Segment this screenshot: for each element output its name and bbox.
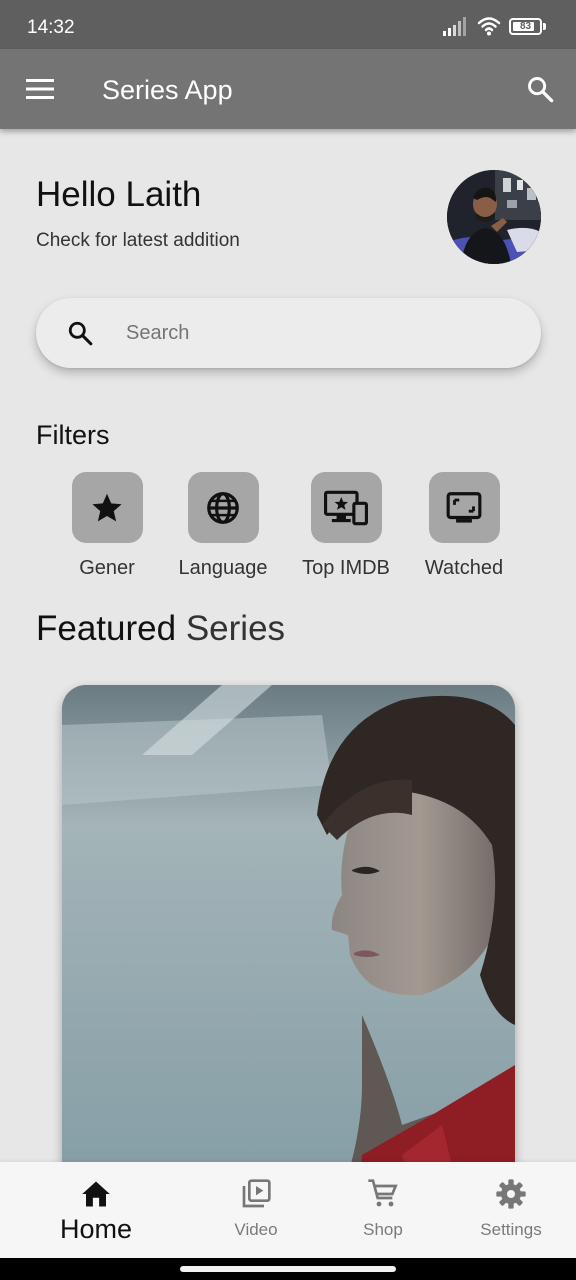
filter-label: Top IMDB [302, 557, 390, 579]
search-field-icon [66, 319, 94, 347]
status-icons: 83 [443, 16, 546, 36]
filter-label: Language [178, 557, 268, 579]
featured-title-bold: Featured [36, 609, 177, 648]
filter-tile[interactable] [187, 472, 259, 543]
filter-tile[interactable] [310, 472, 382, 543]
featured-title-light: Series [185, 609, 286, 648]
search-field[interactable] [36, 298, 541, 368]
nav-item-shop[interactable]: Shop [323, 1162, 443, 1258]
battery-icon: 83 [509, 17, 546, 35]
nav-item-settings[interactable]: Settings [451, 1162, 571, 1258]
filter-language[interactable]: Language [153, 472, 293, 580]
filter-label: Watched [424, 557, 504, 579]
status-bar: 14:32 83 [0, 0, 576, 49]
featured-series-poster [62, 685, 515, 1245]
status-time: 14:32 [27, 17, 75, 38]
filter-tile[interactable] [71, 472, 143, 543]
nav-item-video[interactable]: Video [196, 1162, 316, 1258]
battery-level: 83 [519, 20, 532, 32]
filter-tile[interactable] [428, 472, 500, 543]
search-icon [528, 77, 554, 103]
filter-watched[interactable]: Watched [394, 472, 534, 580]
nav-item-home[interactable]: Home [36, 1162, 156, 1258]
menu-button[interactable] [20, 71, 60, 107]
featured-title: Featured Series [36, 609, 285, 649]
tv-icon [446, 491, 482, 523]
avatar-photo [447, 170, 541, 264]
video-library-icon [242, 1179, 271, 1208]
wifi-icon [477, 17, 501, 36]
gesture-bar[interactable] [180, 1266, 396, 1272]
search-icon [68, 321, 93, 346]
app-title: Series App [102, 75, 233, 105]
bottom-nav: Home Video Shop Settings [0, 1162, 576, 1258]
featured-series-card[interactable] [62, 685, 515, 1245]
cart-icon [368, 1179, 398, 1207]
greeting-title: Hello Laith [36, 175, 202, 214]
signal-icon [443, 17, 466, 36]
search-input[interactable] [126, 321, 506, 345]
filter-label: Gener [79, 557, 135, 579]
home-icon [82, 1181, 110, 1207]
hamburger-menu-icon [26, 79, 54, 99]
greeting-subtitle: Check for latest addition [36, 230, 240, 251]
globe-icon [207, 491, 239, 524]
nav-label-settings: Settings [480, 1220, 542, 1239]
gesture-area [0, 1258, 576, 1280]
nav-label-home: Home [59, 1214, 133, 1244]
avatar[interactable] [447, 170, 541, 264]
devices-star-icon [324, 490, 368, 525]
nav-label-shop: Shop [363, 1220, 403, 1239]
app-bar: Series App [0, 49, 576, 129]
gear-icon [496, 1179, 526, 1209]
filters-title: Filters [36, 420, 110, 450]
star-icon [92, 493, 122, 521]
search-button[interactable] [520, 69, 560, 109]
nav-label-video: Video [234, 1220, 278, 1239]
